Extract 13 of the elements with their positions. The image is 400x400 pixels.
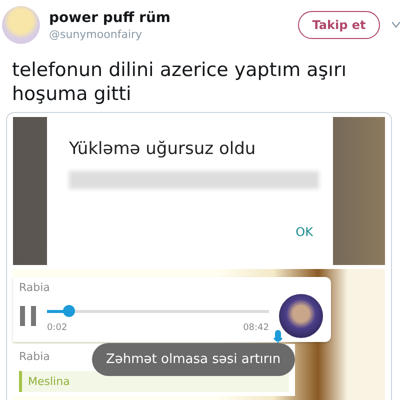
author-handle: @sunymoonfairy (49, 28, 144, 40)
elapsed-time: 0:02 (47, 323, 68, 333)
tweet-text: telefonun dilini azerice yaptım aşırı hoşuma gitti (12, 58, 348, 106)
ok-button[interactable]: OK (290, 223, 319, 241)
sender-name: Rabia (19, 350, 50, 363)
toast: Zəhmət olmasa səsi artırın (92, 343, 295, 376)
chevron-icon[interactable] (392, 22, 400, 28)
follow-button[interactable]: Takip et (298, 11, 380, 39)
duration: 08:42 (243, 323, 269, 333)
dialog-title: Yükləmə uğursuz oldu (69, 139, 257, 159)
sender-name: Rabia (19, 281, 50, 294)
pause-icon[interactable] (19, 306, 37, 326)
author-name: power puff rüm (49, 10, 172, 26)
